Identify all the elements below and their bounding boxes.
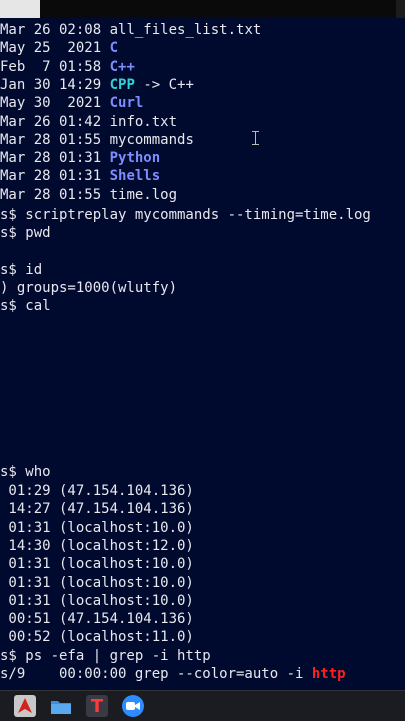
who-row: 00:51 (47.154.104.136)	[0, 611, 194, 628]
text-editor-icon[interactable]: T	[86, 695, 108, 717]
who-row: 14:30 (localhost:12.0)	[0, 537, 194, 554]
who-row: 01:31 (localhost:10.0)	[0, 592, 194, 609]
ls-row: Feb 7 01:58 C++	[0, 58, 135, 76]
file-date: Jan 30 14:29	[0, 76, 102, 93]
ls-row: Mar 28 01:31 Shells	[0, 167, 160, 185]
ls-row: Mar 26 01:42 info.txt	[0, 113, 177, 131]
file-name: Curl	[109, 95, 144, 112]
taskbar: T	[0, 690, 405, 721]
symlink-target: -> C++	[134, 76, 194, 93]
command-line-pwd: s$ pwd	[0, 225, 51, 241]
who-row: 00:52 (localhost:11.0)	[0, 629, 194, 646]
file-name: CPP	[109, 76, 135, 93]
title-bar-edge	[396, 0, 405, 18]
who-row: 14:27 (47.154.104.136)	[0, 501, 194, 518]
file-name: all_files_list.txt	[109, 22, 262, 38]
file-date: Mar 28 01:31	[0, 150, 102, 167]
ls-row: Mar 28 01:55 mycommands	[0, 131, 194, 149]
file-date: Feb 7 01:58	[0, 58, 102, 75]
ps-output-text: s/9 00:00:00 grep --color=auto -i	[0, 666, 312, 682]
ls-row: Jan 30 14:29 CPP -> C++	[0, 76, 194, 94]
command-line-scriptreplay: s$ scriptreplay mycommands --timing=time…	[0, 207, 371, 223]
file-date: Mar 26 01:42	[0, 113, 102, 130]
file-name: Shells	[109, 168, 161, 185]
file-name: info.txt	[109, 113, 178, 130]
terminal-output[interactable]: Mar 26 02:08 all_files_list.txt May 25 20…	[0, 21, 405, 691]
file-date: Mar 28 01:55	[0, 131, 102, 148]
file-date: May 30 2021	[0, 95, 102, 112]
file-date: Mar 28 01:55	[0, 186, 102, 203]
window-title-bar	[0, 0, 405, 18]
file-date: Mar 26 02:08	[0, 22, 102, 38]
who-row: 01:31 (localhost:10.0)	[0, 556, 194, 573]
file-date: Mar 28 01:31	[0, 168, 102, 185]
command-line-cal: s$ cal	[0, 298, 51, 314]
ls-row: Mar 26 02:08 all_files_list.txt	[0, 21, 261, 39]
file-name: Python	[109, 150, 161, 167]
ps-output-row: s/9 00:00:00 grep --color=auto -i http	[0, 665, 346, 683]
who-row: 01:31 (localhost:10.0)	[0, 574, 194, 591]
file-name: C	[109, 40, 119, 57]
grep-match-text: http	[311, 666, 346, 682]
who-row: 01:29 (47.154.104.136)	[0, 483, 194, 499]
file-name: time.log	[109, 186, 178, 203]
file-date: May 25 2021	[0, 40, 102, 57]
command-line-ps: s$ ps -efa | grep -i http	[0, 648, 211, 664]
ls-row: May 30 2021 Curl	[0, 94, 143, 112]
file-name: C++	[109, 58, 135, 75]
video-meeting-icon[interactable]	[122, 695, 144, 717]
id-output: ) groups=1000(wlutfy)	[0, 280, 178, 296]
command-line-id: s$ id	[0, 262, 43, 278]
file-name: mycommands	[109, 131, 194, 148]
window-tab[interactable]	[0, 0, 40, 18]
command-line-who: s$ who	[0, 464, 51, 480]
ls-row: Mar 28 01:31 Python	[0, 149, 160, 167]
text-cursor-icon	[252, 131, 260, 145]
folder-icon[interactable]	[50, 695, 72, 717]
ls-row: Mar 28 01:55 time.log	[0, 186, 177, 204]
red-app-icon[interactable]	[14, 695, 36, 717]
who-row: 01:31 (localhost:10.0)	[0, 519, 194, 536]
ls-row: May 25 2021 C	[0, 39, 118, 57]
